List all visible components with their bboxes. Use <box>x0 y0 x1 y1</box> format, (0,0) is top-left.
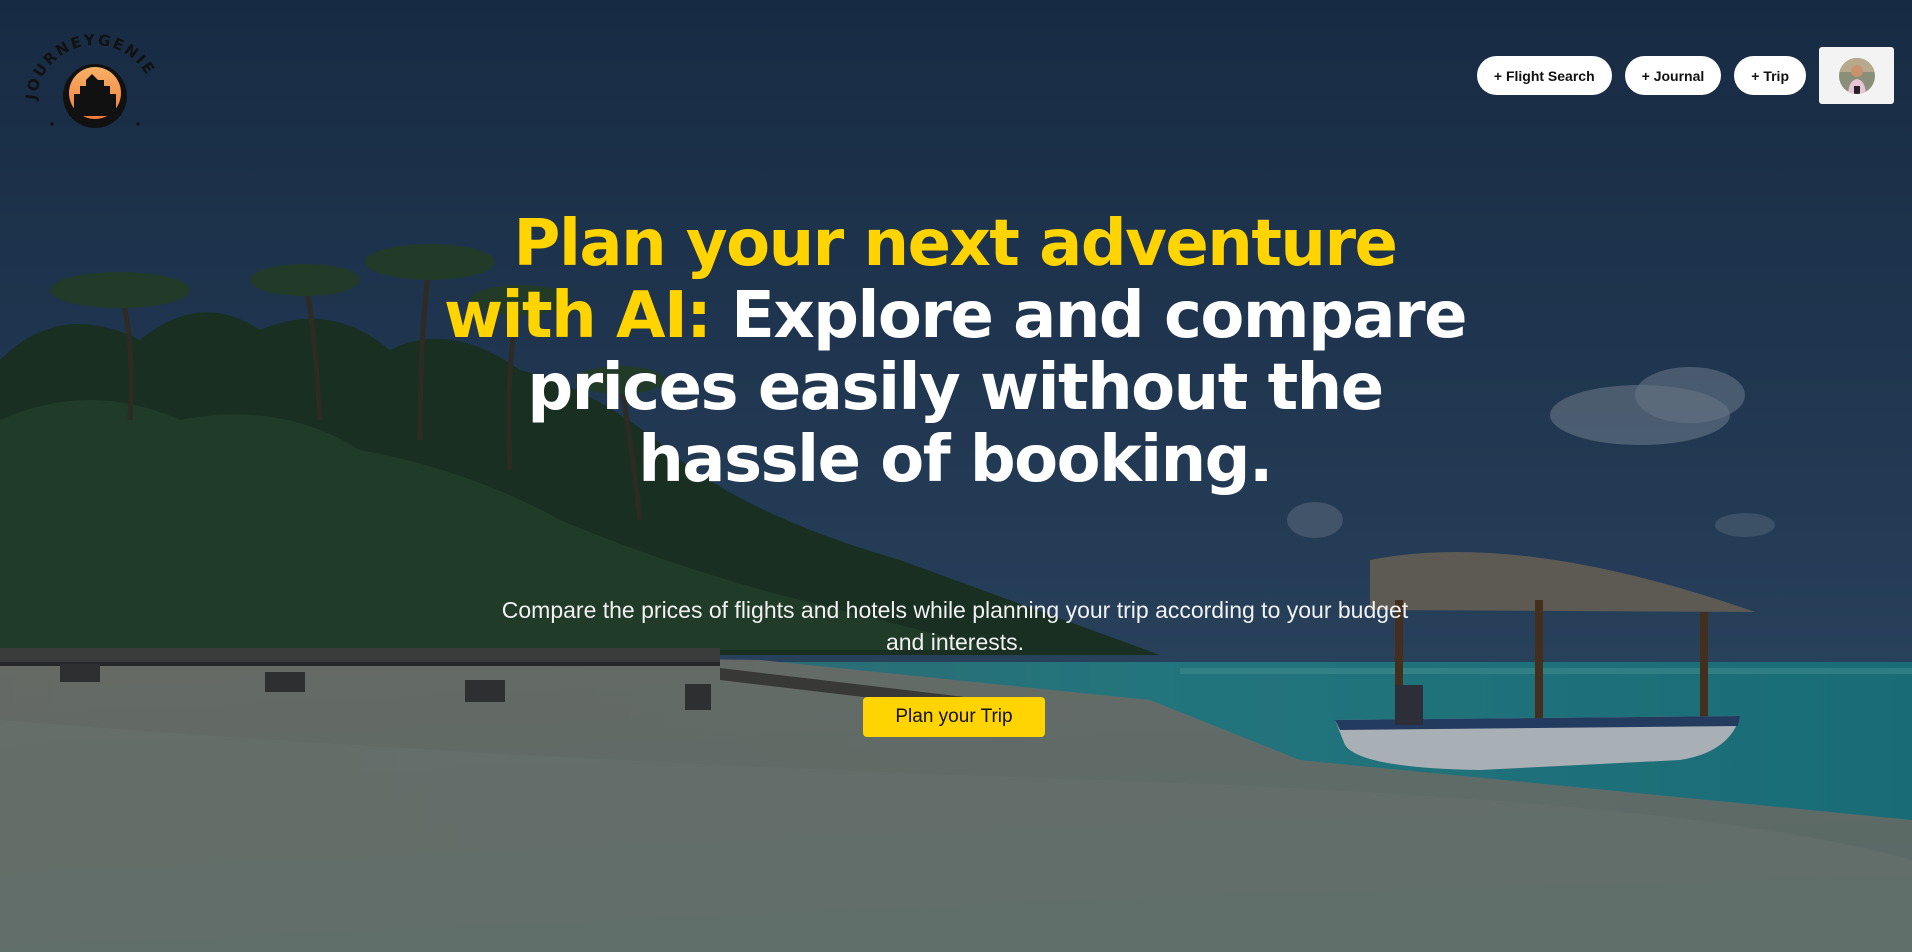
hero-subtitle: Compare the prices of flights and hotels… <box>501 597 1409 655</box>
top-nav: + Flight Search + Journal + Trip <box>1476 47 1894 104</box>
plan-your-trip-button[interactable]: Plan your Trip <box>863 697 1045 737</box>
flight-search-button[interactable]: + Flight Search <box>1476 56 1612 95</box>
trip-button[interactable]: + Trip <box>1734 56 1806 95</box>
user-avatar-icon <box>1838 57 1875 94</box>
profile-button[interactable] <box>1819 47 1894 104</box>
palace-sunset-emblem-icon: JOURNEYGENIE <box>22 31 157 128</box>
journeygenie-logo[interactable]: JOURNEYGENIE <box>22 26 168 134</box>
journal-button[interactable]: + Journal <box>1624 56 1722 95</box>
hero-title: Plan your next adventure with AI: Explor… <box>440 208 1470 496</box>
